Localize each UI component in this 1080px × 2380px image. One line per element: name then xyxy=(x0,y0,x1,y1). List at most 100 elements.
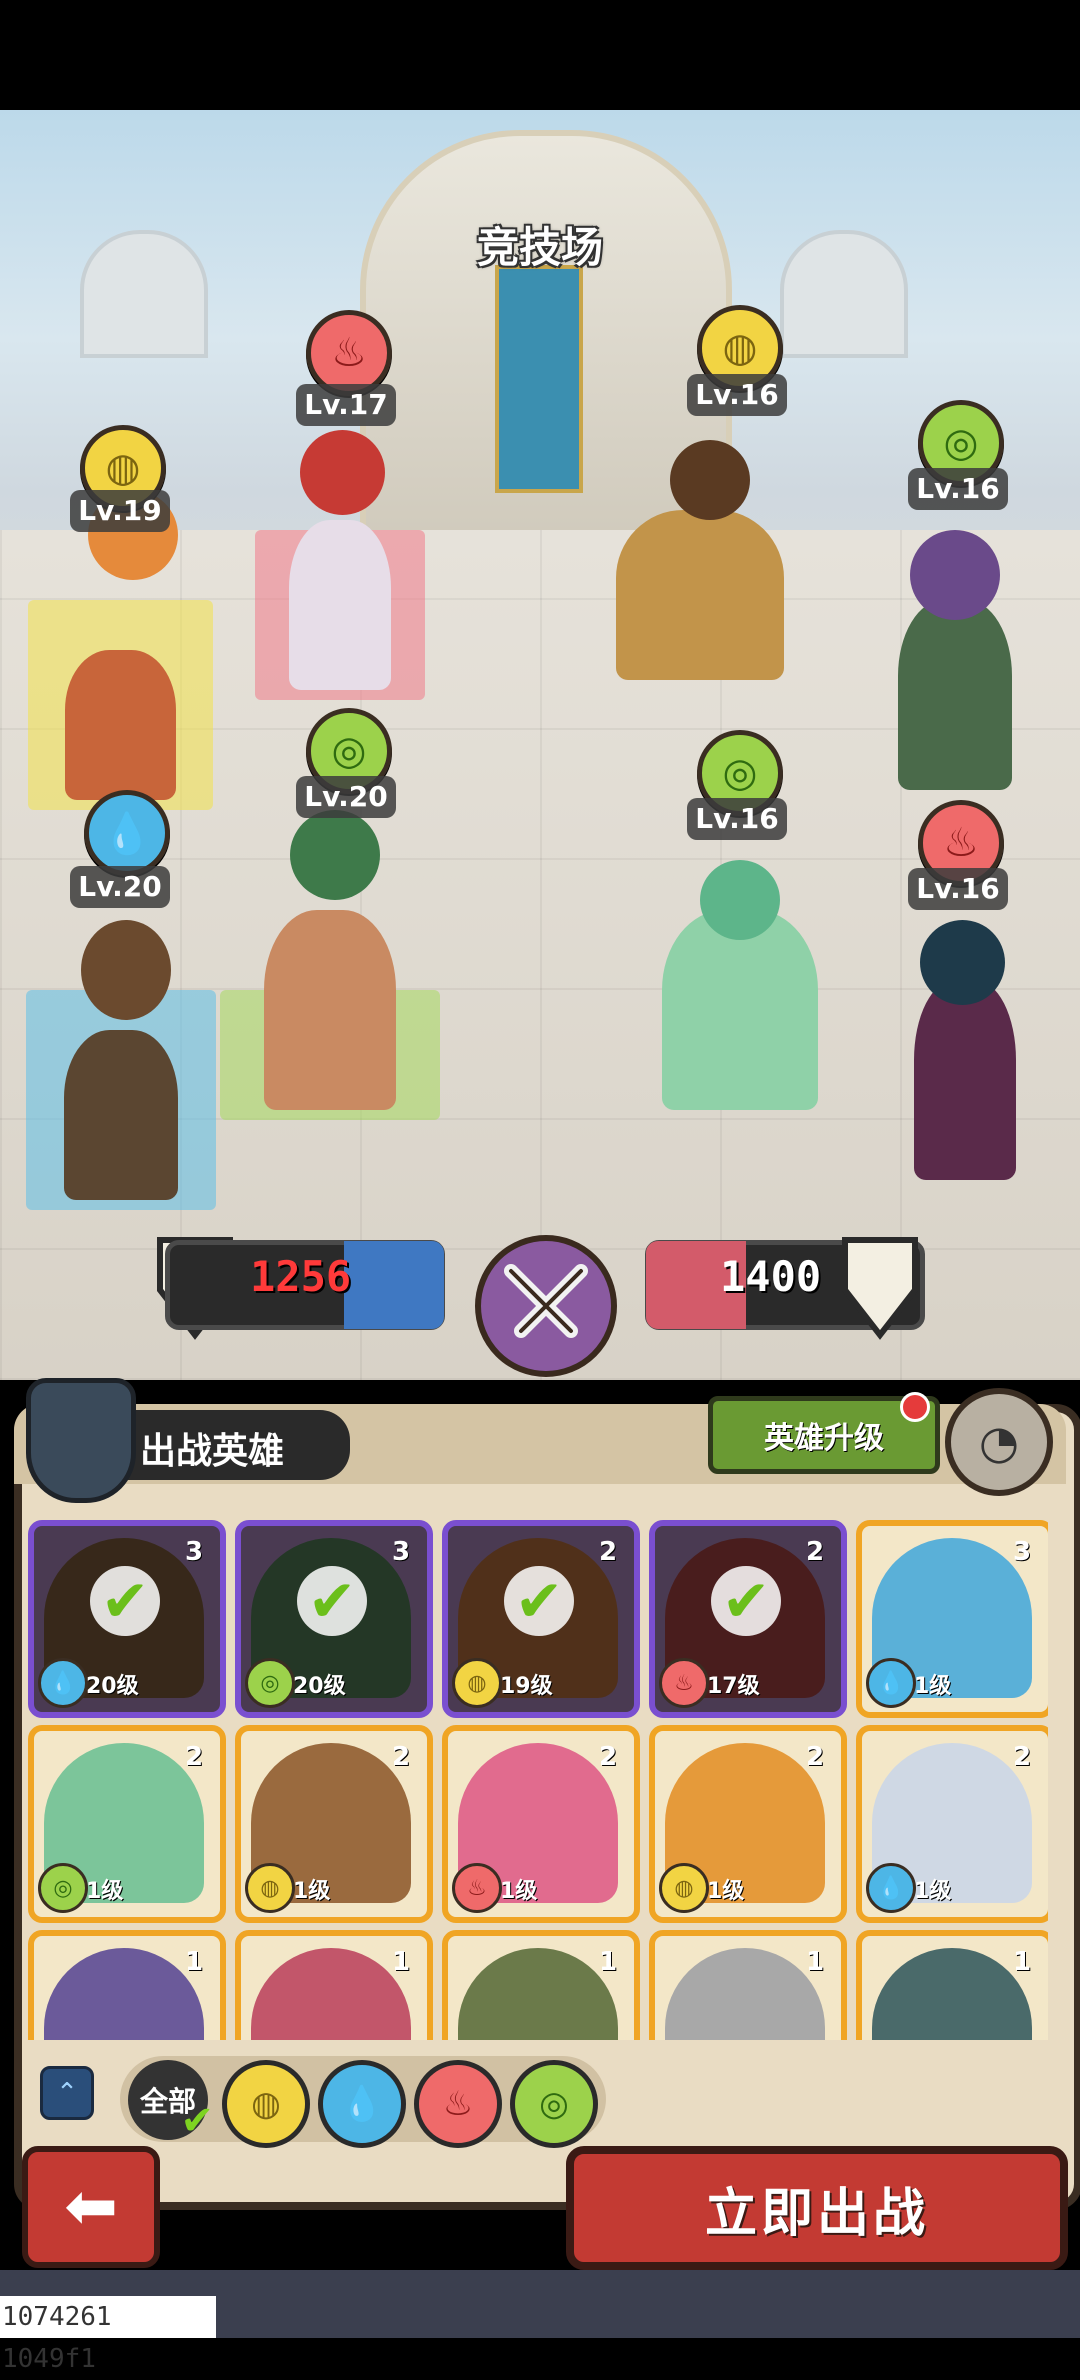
hero-level-label: 1级 xyxy=(293,1879,331,1904)
star-rank-badge: 2 xyxy=(1002,1733,1042,1777)
hero-body xyxy=(898,600,1012,790)
hero-level-label: 20级 xyxy=(86,1674,139,1699)
hero-head xyxy=(700,860,780,940)
player-hero-1[interactable] xyxy=(28,490,213,810)
filter-fire-button[interactable]: ♨ xyxy=(414,2060,502,2148)
selected-check-icon: ✔ xyxy=(711,1566,781,1636)
hero-head xyxy=(81,920,171,1020)
star-rank-badge: 2 xyxy=(588,1733,628,1777)
star-rank-badge: 1 xyxy=(588,1938,628,1982)
enemy-team-badge-icon xyxy=(835,1230,925,1340)
star-rank-badge: 2 xyxy=(174,1733,214,1777)
level-label: Lv.16 xyxy=(908,868,1008,910)
earth-icon: ◍ xyxy=(452,1658,502,1708)
star-rank-badge: 1 xyxy=(1002,1938,1042,1982)
hero-card[interactable]: 2 ♨17级 ✔ xyxy=(649,1520,847,1718)
star-rank-badge: 2 xyxy=(381,1733,421,1777)
level-label: Lv.17 xyxy=(296,384,396,426)
star-rank-badge: 1 xyxy=(381,1938,421,1982)
hero-level-label: 1级 xyxy=(500,1879,538,1904)
hero-head xyxy=(920,920,1005,1005)
hero-card[interactable]: 2 ◍1级 xyxy=(235,1725,433,1923)
hero-level-label: 17级 xyxy=(707,1674,760,1699)
filter-all-button[interactable]: 全部 ✔ xyxy=(128,2060,214,2144)
star-rank-badge: 2 xyxy=(795,1733,835,1777)
earth-icon: ◍ xyxy=(245,1863,295,1913)
back-button[interactable]: ⬅ xyxy=(22,2146,160,2268)
hero-body xyxy=(616,510,784,680)
hero-card[interactable]: 2 ◍1级 xyxy=(649,1725,847,1923)
water-icon: 💧 xyxy=(84,790,170,876)
hero-level-label: 20级 xyxy=(293,1674,346,1699)
hero-card[interactable]: 1 xyxy=(235,1930,433,2040)
star-rank-badge: 3 xyxy=(1002,1528,1042,1572)
hero-body xyxy=(914,980,1016,1180)
wind-icon: ◎ xyxy=(38,1863,88,1913)
helmet-icon xyxy=(26,1378,136,1503)
enemy-hero-1[interactable] xyxy=(560,440,840,690)
selected-check-icon: ✔ xyxy=(504,1566,574,1636)
star-rank-badge: 3 xyxy=(381,1528,421,1572)
collapse-toggle-button[interactable]: ⌃ xyxy=(40,2066,94,2120)
fire-icon: ♨ xyxy=(659,1658,709,1708)
star-rank-badge: 2 xyxy=(795,1528,835,1572)
hero-card[interactable]: 1 xyxy=(442,1930,640,2040)
battle-now-button[interactable]: 立即出战 xyxy=(566,2146,1068,2270)
level-label: Lv.20 xyxy=(70,866,170,908)
level-label: Lv.16 xyxy=(687,798,787,840)
hero-card[interactable]: 1 xyxy=(649,1930,847,2040)
hero-level-label: 1级 xyxy=(86,1879,124,1904)
check-icon: ✔ xyxy=(180,2098,214,2144)
star-rank-badge: 1 xyxy=(174,1938,214,1982)
fire-icon: ♨ xyxy=(452,1863,502,1913)
hero-card[interactable]: 2 ◎1级 xyxy=(28,1725,226,1923)
back-arrow-icon: ⬅ xyxy=(64,2170,118,2244)
enemy-hero-4[interactable] xyxy=(880,920,1050,1190)
earth-icon: ◍ xyxy=(659,1863,709,1913)
panel-title: 出战英雄 xyxy=(140,1431,285,1472)
filter-earth-button[interactable]: ◍ xyxy=(222,2060,310,2148)
notification-dot xyxy=(900,1392,930,1422)
hero-body xyxy=(662,910,818,1110)
hero-head xyxy=(910,530,1000,620)
level-label: Lv.16 xyxy=(687,374,787,416)
hero-card[interactable]: 2 ◍19级 ✔ xyxy=(442,1520,640,1718)
hero-body xyxy=(264,910,396,1110)
screen-title: 竞技场 xyxy=(476,223,603,272)
hero-level-label: 1级 xyxy=(914,1879,952,1904)
debug-label: 1074261 1049f1 xyxy=(0,2296,216,2374)
hero-card[interactable]: 2 💧1级 xyxy=(856,1725,1048,1923)
hero-head xyxy=(300,430,385,515)
hero-body xyxy=(65,650,176,800)
player-hero-3[interactable] xyxy=(26,920,216,1210)
selected-check-icon: ✔ xyxy=(297,1566,367,1636)
hero-card-grid[interactable]: 3💧20级✔3◎20级✔2◍19级✔2♨17级✔3💧1级2◎1级2◍1级2♨1级… xyxy=(28,1520,1048,2040)
water-icon: 💧 xyxy=(38,1658,88,1708)
hero-card[interactable]: 3 ◎20级 ✔ xyxy=(235,1520,433,1718)
hero-card[interactable]: 1 xyxy=(28,1930,226,2040)
star-rank-badge: 1 xyxy=(795,1938,835,1982)
hero-body xyxy=(64,1030,178,1200)
crossed-swords-icon xyxy=(475,1235,617,1377)
hero-card[interactable]: 3 💧1级 xyxy=(856,1520,1048,1718)
player-hero-4[interactable] xyxy=(220,810,440,1120)
selected-check-icon: ✔ xyxy=(90,1566,160,1636)
hero-card[interactable]: 2 ♨1级 xyxy=(442,1725,640,1923)
level-label: Lv.19 xyxy=(70,490,170,532)
hero-card[interactable]: 1 xyxy=(856,1930,1048,2040)
hero-level-label: 19级 xyxy=(500,1674,553,1699)
player-hero-2[interactable] xyxy=(255,430,425,700)
filter-water-button[interactable]: 💧 xyxy=(318,2060,406,2148)
enemy-hero-3[interactable] xyxy=(610,860,870,1120)
enemy-hero-2[interactable] xyxy=(860,530,1050,800)
hero-card[interactable]: 3 💧20级 ✔ xyxy=(28,1520,226,1718)
water-icon: 💧 xyxy=(866,1863,916,1913)
water-icon: 💧 xyxy=(866,1658,916,1708)
hero-head xyxy=(290,810,380,900)
timer-icon[interactable]: ◔ xyxy=(945,1388,1053,1496)
star-rank-badge: 3 xyxy=(174,1528,214,1572)
filter-wind-button[interactable]: ◎ xyxy=(510,2060,598,2148)
hero-head xyxy=(670,440,750,520)
wind-icon: ◎ xyxy=(245,1658,295,1708)
player-power-value: 1256 xyxy=(250,1252,352,1301)
